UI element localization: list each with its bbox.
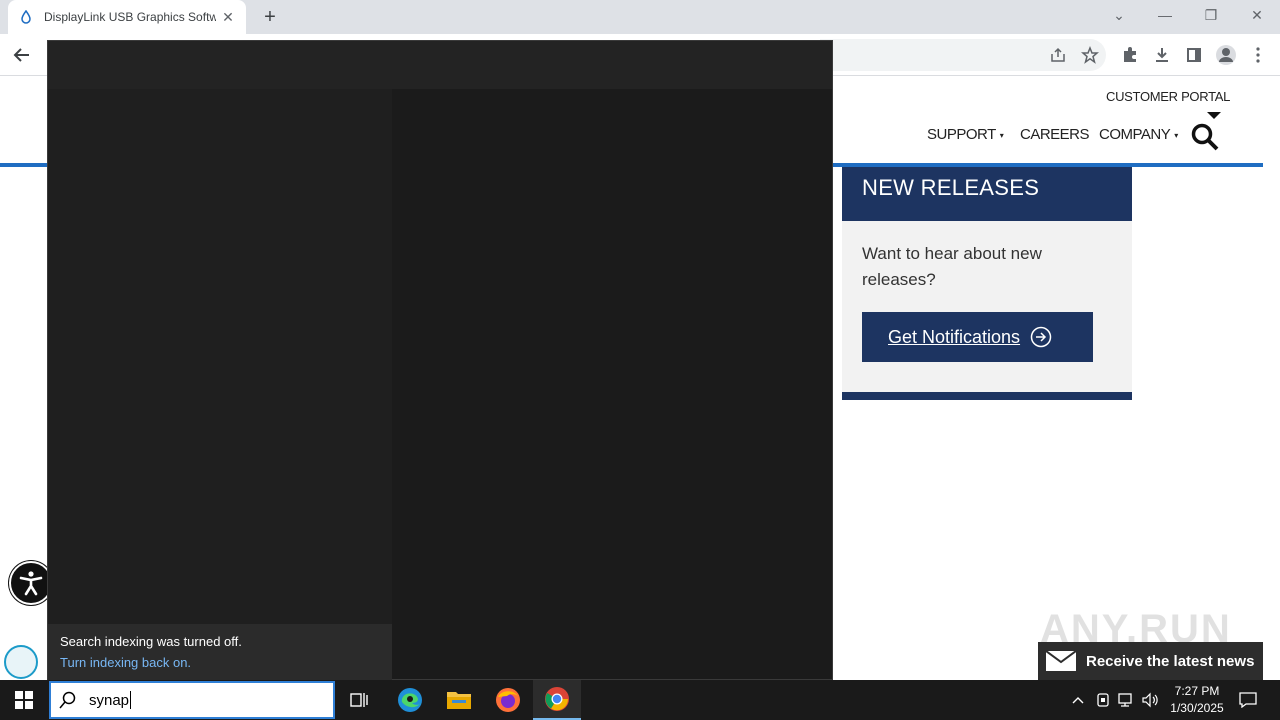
tray-device-icon[interactable] [1093, 690, 1113, 710]
get-notifications-label: Get Notifications [888, 326, 1021, 347]
taskbar: synap 7:27 PM 1/30/2025 [0, 680, 1280, 720]
firefox-icon[interactable] [484, 680, 532, 720]
search-icon [59, 691, 76, 709]
dropdown-arrow-icon: ▾ [1174, 130, 1178, 140]
extensions-puzzle-icon[interactable] [1118, 43, 1142, 67]
edge-browser-icon[interactable] [386, 680, 434, 720]
notifications-icon[interactable] [1238, 690, 1258, 710]
windows-search-panel: Search indexing was turned off. Turn ind… [47, 40, 833, 681]
task-view-icon[interactable] [336, 680, 384, 720]
close-window-button[interactable]: ✕ [1234, 0, 1280, 30]
network-icon[interactable] [1116, 690, 1136, 710]
indexing-notice-title: Search indexing was turned off. [60, 634, 242, 649]
menu-kebab-icon[interactable] [1246, 43, 1270, 67]
bookmark-star-icon[interactable] [1078, 43, 1102, 67]
newsletter-banner-text: Receive the latest news [1086, 652, 1255, 670]
nav-company-label: COMPANY [1099, 126, 1171, 143]
card-bottom-bar [842, 392, 1132, 400]
new-releases-card: NEW RELEASES Want to hear about new rele… [842, 167, 1132, 400]
tab-title: DisplayLink USB Graphics Softwa [44, 10, 216, 24]
tab-search-chevron-icon[interactable]: ⌄ [1096, 0, 1142, 30]
new-tab-button[interactable]: + [258, 5, 282, 29]
side-panel-icon[interactable] [1182, 43, 1206, 67]
search-query-text: synap [89, 691, 130, 709]
chrome-icon[interactable] [533, 680, 581, 720]
new-releases-text: Want to hear about new releases? [862, 244, 1042, 289]
new-releases-heading: NEW RELEASES [842, 167, 1132, 221]
windows-start-icon[interactable] [0, 680, 48, 720]
tray-chevron-up-icon[interactable] [1068, 690, 1088, 710]
dropdown-arrow-icon: ▾ [999, 130, 1004, 140]
get-notifications-button[interactable]: Get Notifications [862, 312, 1093, 362]
restore-button[interactable]: ❐ [1188, 0, 1234, 30]
download-icon[interactable] [1150, 43, 1174, 67]
text-cursor [130, 691, 132, 709]
taskbar-clock[interactable]: 7:27 PM 1/30/2025 [1164, 683, 1230, 717]
back-arrow-icon[interactable] [10, 43, 34, 67]
search-icon[interactable] [1190, 122, 1220, 152]
volume-icon[interactable] [1140, 690, 1160, 710]
nav-careers[interactable]: CAREERS [1020, 126, 1090, 143]
chat-widget-icon[interactable] [4, 645, 38, 679]
turn-indexing-on-link[interactable]: Turn indexing back on. [60, 655, 380, 670]
newsletter-banner[interactable]: Receive the latest news [1038, 642, 1263, 680]
search-panel-header [48, 41, 832, 89]
envelope-icon [1046, 651, 1076, 671]
file-explorer-icon[interactable] [435, 680, 483, 720]
browser-tab-active[interactable]: DisplayLink USB Graphics Softwa ✕ [8, 0, 246, 34]
profile-avatar-icon[interactable] [1214, 43, 1238, 67]
customer-portal-link[interactable]: CUSTOMER PORTAL [1106, 89, 1230, 104]
indexing-notice: Search indexing was turned off. Turn ind… [48, 624, 392, 681]
displaylink-favicon-icon [18, 9, 34, 25]
taskbar-search-input[interactable]: synap [49, 681, 335, 719]
minimize-button[interactable]: — [1142, 0, 1188, 30]
clock-time: 7:27 PM [1174, 684, 1220, 698]
search-preview-pane [392, 89, 832, 679]
nav-support[interactable]: SUPPORT ▾ [927, 126, 1004, 143]
arrow-circle-icon [1030, 326, 1052, 348]
caret-down-icon [1207, 112, 1221, 119]
browser-tabstrip: DisplayLink USB Graphics Softwa ✕ + ⌄ — … [0, 0, 1280, 34]
nav-company[interactable]: COMPANY ▾ [1099, 126, 1178, 143]
share-icon[interactable] [1046, 43, 1070, 67]
tab-close-icon[interactable]: ✕ [220, 9, 236, 26]
clock-date: 1/30/2025 [1170, 701, 1224, 715]
nav-support-label: SUPPORT [927, 126, 996, 143]
